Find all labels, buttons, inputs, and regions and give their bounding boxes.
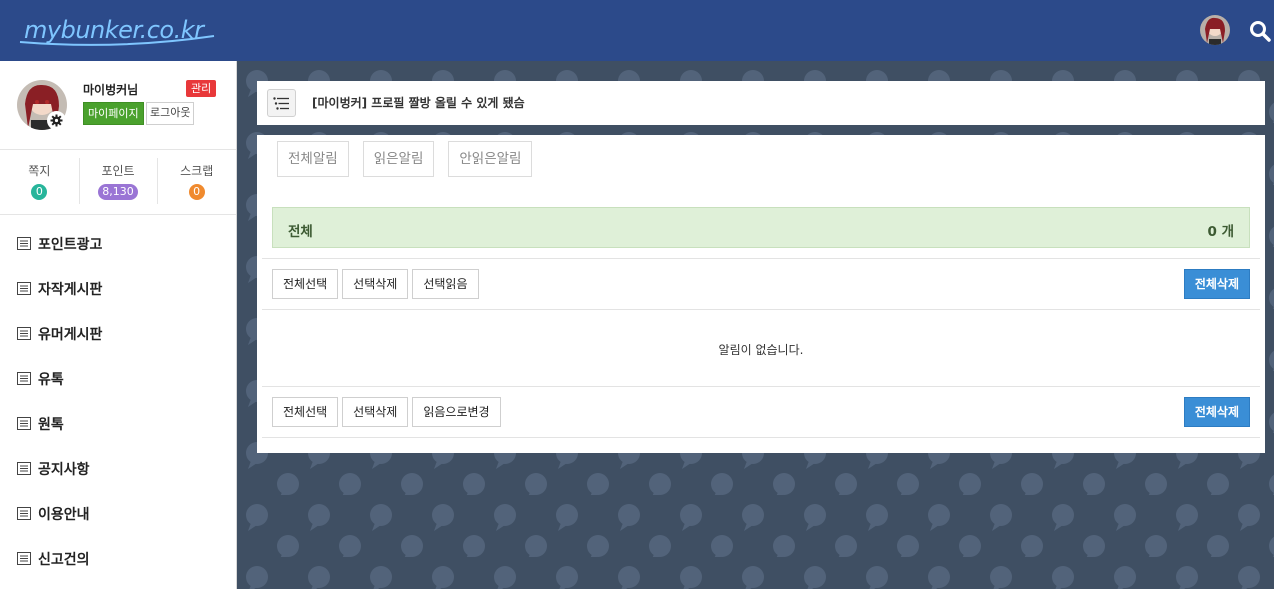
list-icon	[17, 507, 31, 520]
sidebar-item-label: 원톡	[38, 416, 64, 433]
sidebar-item-label: 이용안내	[38, 506, 90, 523]
select-all-button[interactable]: 전체선택	[272, 269, 339, 299]
logout-button[interactable]: 로그아웃	[146, 102, 195, 125]
list-icon	[17, 282, 31, 295]
stat-value: 0	[31, 184, 48, 200]
top-action-row: 전체선택 선택삭제 선택읽음	[272, 269, 483, 299]
divider	[262, 309, 1260, 310]
notice-link[interactable]: [마이벙커] 프로필 짤방 올릴 수 있게 됐슴	[312, 94, 525, 111]
user-stats: 쪽지 0 포인트 8,130 스크랩 0	[0, 150, 236, 215]
bottom-action-row: 전체선택 선택삭제 읽음으로변경	[272, 397, 505, 427]
sidebar-item-label: 자작게시판	[38, 281, 103, 298]
tab-read-alerts[interactable]: 읽은알림	[362, 141, 435, 177]
alert-tabs: 전체알림 읽은알림 안읽은알림	[277, 141, 546, 177]
alerts-panel: 전체알림 읽은알림 안읽은알림 전체 0 개 전체선택 선택삭제 선택읽음 전체…	[257, 135, 1265, 453]
divider	[262, 258, 1260, 259]
delete-all-button[interactable]: 전체삭제	[1183, 397, 1250, 427]
list-icon	[17, 327, 31, 340]
delete-selected-button[interactable]: 선택삭제	[342, 397, 409, 427]
divider	[262, 386, 1260, 387]
delete-selected-button[interactable]: 선택삭제	[342, 269, 409, 299]
mark-selected-read-button[interactable]: 선택읽음	[412, 269, 479, 299]
sidebar-item-label: 신고건의	[38, 551, 90, 568]
stat-value: 0	[188, 184, 205, 200]
list-icon	[17, 237, 31, 250]
stat-label: 스크랩	[180, 164, 214, 178]
top-navbar: mybunker.co.kr	[0, 0, 1274, 61]
summary-count: 0 개	[1207, 224, 1234, 240]
sidebar-item-point-ads[interactable]: 포인트광고	[0, 221, 236, 266]
user-avatar-icon[interactable]	[1200, 15, 1230, 45]
stat-messages[interactable]: 쪽지 0	[0, 150, 79, 214]
stat-value: 8,130	[98, 184, 138, 200]
sidebar-item-yutalk[interactable]: 유톡	[0, 356, 236, 401]
tab-all-alerts[interactable]: 전체알림	[277, 141, 349, 177]
list-icon	[17, 417, 31, 430]
stat-label: 포인트	[101, 164, 135, 178]
sidebar-item-label: 포인트광고	[38, 236, 103, 253]
sidebar-item-wontalk[interactable]: 원톡	[0, 401, 236, 446]
list-icon	[17, 462, 31, 475]
notice-bar: [마이벙커] 프로필 짤방 올릴 수 있게 됐슴	[257, 81, 1265, 125]
sidebar-item-notices[interactable]: 공지사항	[0, 446, 236, 491]
alert-summary: 전체 0 개	[272, 207, 1250, 248]
stat-points[interactable]: 포인트 8,130	[78, 150, 158, 214]
menu-toggle-icon[interactable]	[267, 89, 296, 117]
delete-all-button[interactable]: 전체삭제	[1183, 269, 1250, 299]
stat-scrap[interactable]: 스크랩 0	[157, 150, 236, 214]
divider	[262, 437, 1260, 438]
select-all-button[interactable]: 전체선택	[272, 397, 339, 427]
sidebar: 마이벙커님 관리 마이페이지 로그아웃 쪽지 0 포인트 8,130 스크랩 0…	[0, 61, 237, 589]
sidebar-item-report[interactable]: 신고건의	[0, 536, 236, 581]
stat-label: 쪽지	[28, 164, 51, 178]
sidebar-item-guide[interactable]: 이용안내	[0, 491, 236, 536]
sidebar-item-label: 유톡	[38, 371, 64, 388]
profile-box: 마이벙커님 관리 마이페이지 로그아웃	[0, 61, 236, 150]
mypage-button[interactable]: 마이페이지	[83, 102, 144, 125]
admin-badge[interactable]: 관리	[186, 80, 217, 97]
sidebar-item-original-board[interactable]: 자작게시판	[0, 266, 236, 311]
sidebar-item-humor-board[interactable]: 유머게시판	[0, 311, 236, 356]
site-logo[interactable]: mybunker.co.kr	[18, 14, 218, 50]
summary-label: 전체	[288, 224, 313, 240]
mark-as-read-button[interactable]: 읽음으로변경	[412, 397, 501, 427]
sidebar-menu: 포인트광고 자작게시판 유머게시판 유톡 원톡 공지사항 이용안내 신고건의	[0, 215, 236, 581]
list-icon	[17, 552, 31, 565]
empty-message: 알림이 없습니다.	[718, 343, 804, 357]
username: 마이벙커님	[83, 83, 139, 97]
search-icon[interactable]	[1249, 20, 1271, 42]
list-icon	[17, 372, 31, 385]
tab-unread-alerts[interactable]: 안읽은알림	[448, 141, 533, 177]
gear-icon[interactable]	[47, 111, 66, 130]
sidebar-item-label: 공지사항	[38, 461, 90, 478]
sidebar-item-label: 유머게시판	[38, 326, 103, 343]
